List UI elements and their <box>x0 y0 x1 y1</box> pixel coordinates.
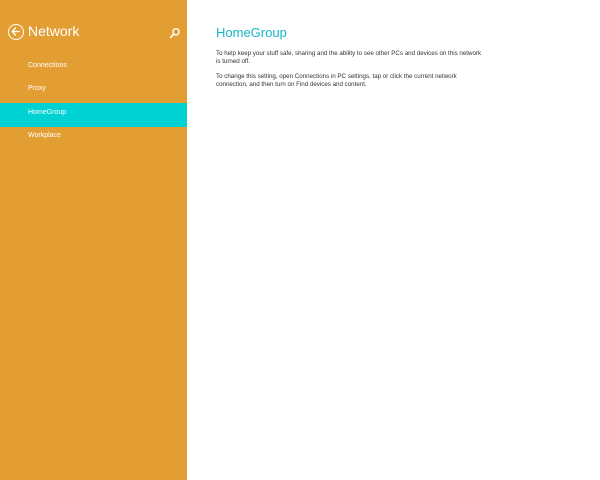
info-paragraph-instructions: To change this setting, open Connections… <box>216 73 457 88</box>
sidebar-item-homegroup[interactable]: HomeGroup <box>0 103 187 127</box>
info-paragraph-sharing: To help keep your stuff safe, sharing an… <box>216 50 482 65</box>
sidebar: Network Connections Proxy HomeGroup Work… <box>0 0 187 480</box>
network-settings-window: Network Connections Proxy HomeGroup Work… <box>0 0 600 480</box>
main-content: HomeGroup To help keep your stuff safe, … <box>216 24 496 89</box>
sidebar-item-workplace[interactable]: Workplace <box>0 126 187 150</box>
search-icon[interactable] <box>169 27 181 39</box>
sidebar-item-label: Connections <box>28 62 67 69</box>
sidebar-item-proxy[interactable]: Proxy <box>0 79 187 103</box>
back-arrow-icon <box>11 27 20 36</box>
sidebar-item-label: Proxy <box>28 85 46 92</box>
sidebar-item-label: HomeGroup <box>28 109 67 116</box>
page-title: HomeGroup <box>216 25 287 40</box>
sidebar-title: Network <box>28 23 80 39</box>
sidebar-item-connections[interactable]: Connections <box>0 56 187 80</box>
back-button[interactable] <box>8 24 24 40</box>
sidebar-item-label: Workplace <box>28 132 61 139</box>
